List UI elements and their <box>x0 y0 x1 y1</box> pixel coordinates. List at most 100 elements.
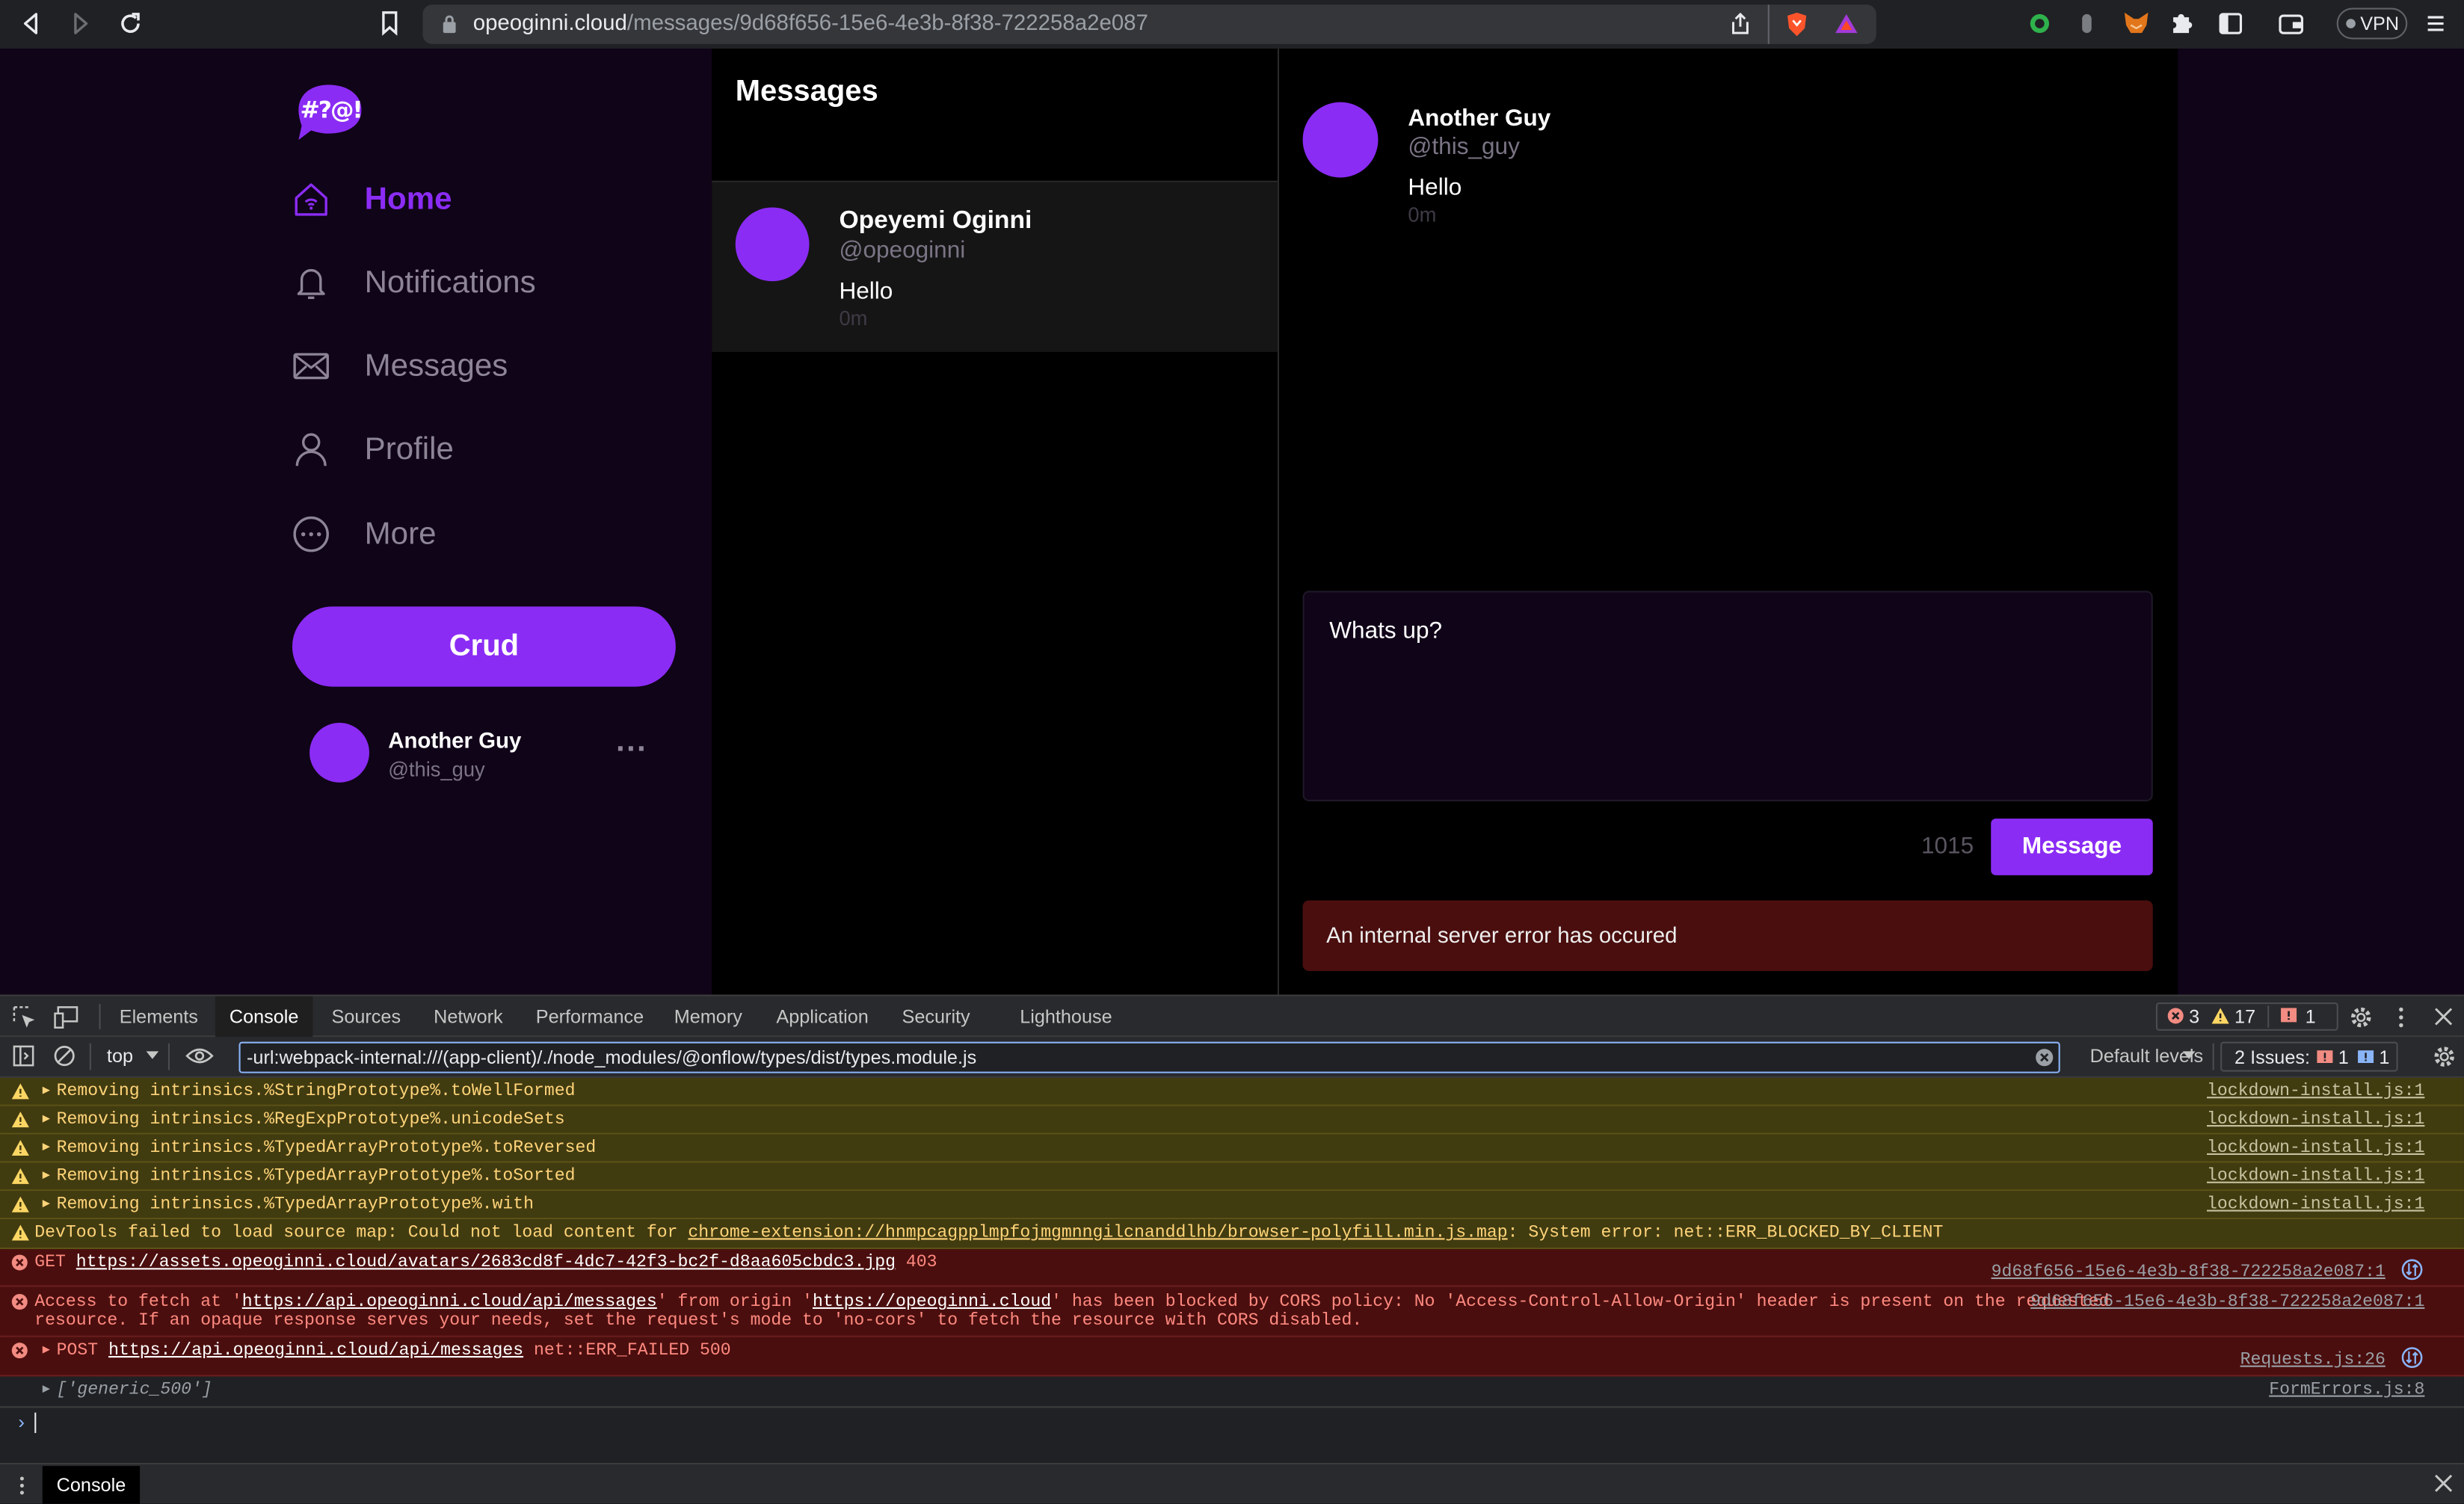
nav-notifications[interactable]: Notifications <box>292 251 536 314</box>
console-settings-gear-icon[interactable] <box>2433 1045 2457 1069</box>
expand-triangle-icon[interactable]: ▶ <box>43 1342 50 1357</box>
nav-messages[interactable]: Messages <box>292 335 508 398</box>
chevron-down-icon[interactable] <box>2182 1051 2196 1061</box>
message-input[interactable]: Whats up? <box>1302 591 2153 802</box>
browser-menu-icon[interactable] <box>2424 11 2446 37</box>
source-link[interactable]: FormErrors.js:8 <box>2269 1381 2424 1400</box>
reload-icon[interactable] <box>118 11 144 37</box>
extension-green-icon[interactable] <box>2029 13 2051 34</box>
source-link[interactable]: 9d68f656-15e6-4e3b-8f38-722258a2e087:1 <box>1992 1263 2386 1282</box>
console-counts[interactable]: 3 17 1 <box>2155 1002 2338 1031</box>
back-icon[interactable] <box>20 13 42 34</box>
clear-filter-icon[interactable] <box>2035 1048 2054 1067</box>
sidebar-toggle-icon[interactable] <box>2219 13 2243 34</box>
request-url-link[interactable]: https://api.opeoginni.cloud/api/messages <box>108 1342 523 1360</box>
nav-profile[interactable]: Profile <box>292 418 454 481</box>
brave-shield-icon[interactable] <box>1785 11 1809 38</box>
divider <box>167 1043 170 1070</box>
console-warning-row[interactable]: ▶ Removing intrinsics.%TypedArrayPrototy… <box>0 1191 2464 1220</box>
source-link[interactable]: Requests.js:26 <box>2240 1352 2386 1370</box>
info-message-icon <box>2357 1050 2374 1065</box>
crud-button[interactable]: Crud <box>292 606 676 687</box>
conversation-item[interactable]: Opeyemi Oginni @opeoginni Hello 0m <box>712 182 1278 352</box>
lock-icon <box>442 14 458 34</box>
nav-more-label: More <box>364 516 437 551</box>
expand-triangle-icon[interactable]: ▶ <box>43 1082 50 1098</box>
source-link[interactable]: 9d68f656-15e6-4e3b-8f38-722258a2e087:1 <box>2030 1293 2424 1312</box>
expand-triangle-icon[interactable]: ▶ <box>43 1381 50 1397</box>
tab-security[interactable]: Security <box>888 996 985 1038</box>
clear-console-icon[interactable] <box>53 1045 75 1067</box>
console-warning-row[interactable]: ▶ Removing intrinsics.%TypedArrayPrototy… <box>0 1134 2464 1163</box>
context-selector[interactable]: top <box>107 1045 133 1067</box>
drawer-tab-console[interactable]: Console <box>42 1466 141 1504</box>
request-url-link[interactable]: https://api.opeoginni.cloud/api/messages <box>242 1293 657 1312</box>
extensions-puzzle-icon[interactable] <box>2170 11 2194 35</box>
metamask-icon[interactable] <box>2123 10 2150 37</box>
inspect-icon[interactable] <box>13 1005 37 1029</box>
source-link[interactable]: lockdown-install.js:1 <box>2207 1196 2424 1215</box>
close-drawer-icon[interactable] <box>2434 1474 2453 1493</box>
chevron-down-icon[interactable] <box>146 1051 159 1061</box>
kebab-menu-icon[interactable] <box>2394 1005 2407 1029</box>
share-icon[interactable] <box>1730 12 1750 37</box>
account-menu-icon[interactable]: ··· <box>616 733 647 768</box>
drawer-menu-icon[interactable] <box>17 1476 27 1496</box>
source-link[interactable]: lockdown-install.js:1 <box>2207 1168 2424 1186</box>
account-switcher[interactable]: Another Guy @this_guy ··· <box>292 710 676 795</box>
expand-triangle-icon[interactable]: ▶ <box>43 1139 50 1155</box>
source-link[interactable]: lockdown-install.js:1 <box>2207 1082 2424 1101</box>
issues-button[interactable]: 2 Issues: 1 1 <box>2220 1041 2398 1072</box>
network-request-icon[interactable] <box>2401 1346 2423 1369</box>
tab-network[interactable]: Network <box>419 996 517 1038</box>
close-devtools-icon[interactable] <box>2434 1007 2453 1026</box>
tab-memory[interactable]: Memory <box>660 996 757 1038</box>
origin-link[interactable]: https://opeoginni.cloud <box>813 1293 1051 1312</box>
console-log-row[interactable]: ▶ ['generic_500'] FormErrors.js:8 <box>0 1376 2464 1408</box>
message-time: 0m <box>1408 203 1437 226</box>
console-warning-row[interactable]: ▶ Removing intrinsics.%TypedArrayPrototy… <box>0 1162 2464 1192</box>
bookmark-icon[interactable] <box>381 11 399 37</box>
vpn-button[interactable]: VPN <box>2336 7 2408 40</box>
console-error-row[interactable]: ▶ POST https://api.opeoginni.cloud/api/m… <box>0 1337 2464 1377</box>
network-request-icon[interactable] <box>2401 1259 2423 1280</box>
app-logo[interactable]: #?@! <box>292 81 365 141</box>
conversation-name: Opeyemi Oginni <box>839 207 1032 235</box>
source-link[interactable]: lockdown-install.js:1 <box>2207 1111 2424 1129</box>
expand-triangle-icon[interactable]: ▶ <box>43 1196 50 1212</box>
tab-elements[interactable]: Elements <box>107 996 211 1038</box>
console-error-row[interactable]: GET https://assets.opeoginni.cloud/avata… <box>0 1249 2464 1287</box>
account-name: Another Guy <box>388 727 522 753</box>
send-message-button[interactable]: Message <box>1991 819 2153 875</box>
expand-triangle-icon[interactable]: ▶ <box>43 1168 50 1183</box>
brave-rewards-icon[interactable] <box>1834 13 1859 34</box>
live-expression-eye-icon[interactable] <box>185 1047 214 1065</box>
nav-more[interactable]: More <box>292 503 436 566</box>
conversation-time: 0m <box>839 306 868 330</box>
source-link[interactable]: lockdown-install.js:1 <box>2207 1139 2424 1158</box>
issues-label: 2 Issues: <box>2234 1046 2311 1069</box>
console-warning-row[interactable]: ▶ Removing intrinsics.%StringPrototype%.… <box>0 1077 2464 1106</box>
device-toolbar-icon[interactable] <box>53 1005 78 1029</box>
console-error-row[interactable]: Access to fetch at 'https://api.opeoginn… <box>0 1286 2464 1337</box>
console-sidebar-icon[interactable] <box>13 1045 34 1067</box>
extension-gray-icon[interactable] <box>2078 11 2096 37</box>
console-filter-input[interactable]: -url:webpack-internal:///(app-client)/./… <box>238 1041 2060 1073</box>
sourcemap-link[interactable]: chrome-extension://hnmpcagpplmpfojmgmnng… <box>688 1224 1507 1242</box>
address-bar[interactable]: opeoginni.cloud/messages/9d68f656-15e6-4… <box>422 4 1876 44</box>
tab-sources[interactable]: Sources <box>318 996 415 1038</box>
console-warning-row[interactable]: ▶ Removing intrinsics.%RegExpPrototype%.… <box>0 1106 2464 1135</box>
tab-console[interactable]: Console <box>215 996 313 1038</box>
console-warning-row[interactable]: DevTools failed to load source map: Coul… <box>0 1219 2464 1250</box>
tab-application[interactable]: Application <box>762 996 882 1038</box>
tab-lighthouse[interactable]: Lighthouse <box>1005 996 1126 1038</box>
wallet-icon[interactable] <box>2279 13 2304 34</box>
console-input[interactable] <box>34 1412 37 1434</box>
tab-performance[interactable]: Performance <box>522 996 658 1038</box>
forward-icon[interactable] <box>69 13 90 34</box>
request-url-link[interactable]: https://assets.opeoginni.cloud/avatars/2… <box>76 1254 896 1272</box>
divider <box>99 1004 101 1029</box>
expand-triangle-icon[interactable]: ▶ <box>43 1111 50 1127</box>
settings-gear-icon[interactable] <box>2349 1005 2373 1029</box>
nav-home[interactable]: Home <box>292 168 452 231</box>
